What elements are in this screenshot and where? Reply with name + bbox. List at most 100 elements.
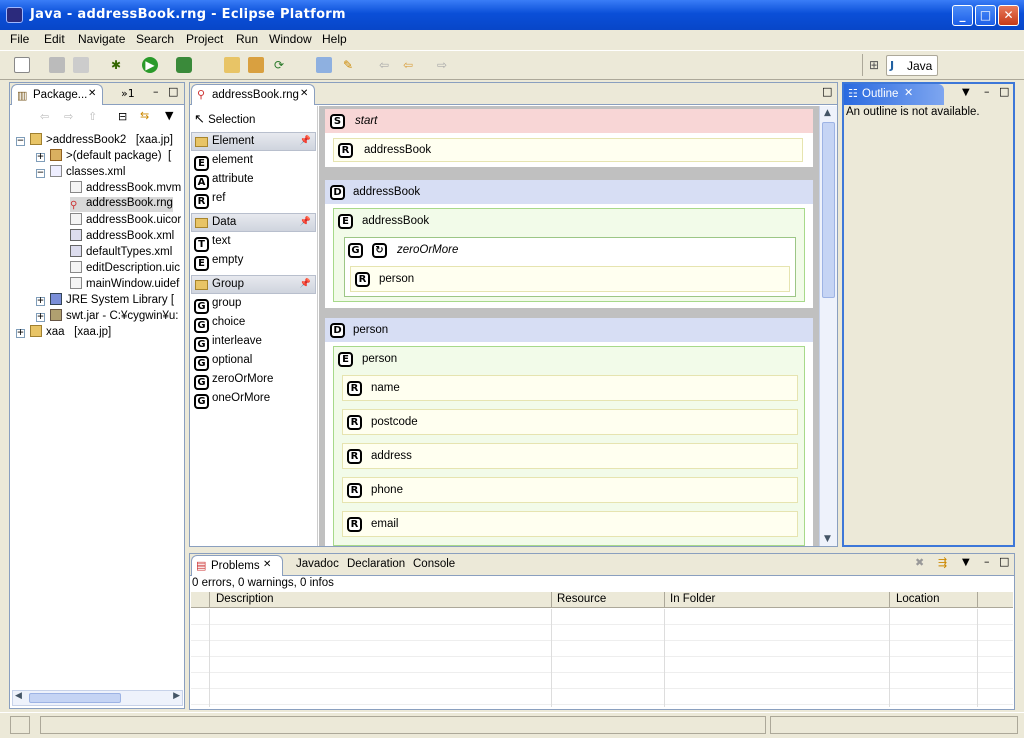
palette-item-optional[interactable]: Goptional bbox=[194, 354, 252, 371]
palette-category-data[interactable]: Data 📌 bbox=[191, 213, 316, 232]
palette-item-text[interactable]: Ttext bbox=[194, 235, 231, 252]
vertical-scrollbar[interactable]: ▲ ▼ bbox=[819, 106, 837, 546]
scroll-thumb[interactable] bbox=[29, 693, 121, 703]
tab-addressbook-rng[interactable]: ⚲ addressBook.rng ✕ bbox=[191, 84, 315, 105]
palette-item-element[interactable]: Eelement bbox=[194, 154, 253, 171]
delete-icon[interactable]: ✖ bbox=[915, 556, 924, 569]
tree-item[interactable]: xaa [xaa.jp] bbox=[30, 325, 111, 338]
column-in-folder[interactable]: In Folder bbox=[670, 593, 715, 605]
palette-item-empty[interactable]: Eempty bbox=[194, 254, 243, 271]
palette-item-group[interactable]: Ggroup bbox=[194, 297, 241, 314]
new-icon[interactable] bbox=[14, 57, 30, 73]
column-location[interactable]: Location bbox=[896, 593, 939, 605]
element-addressbook[interactable]: E addressBook G ↻ zeroOrMore R person bbox=[333, 208, 805, 302]
forward-icon[interactable]: ⇨ bbox=[64, 110, 73, 123]
ref-postcode[interactable]: Rpostcode bbox=[342, 409, 798, 435]
new-class-icon[interactable] bbox=[248, 57, 264, 73]
ref-phone[interactable]: Rphone bbox=[342, 477, 798, 503]
palette-selection[interactable]: ↖ Selection bbox=[194, 111, 255, 127]
palette-item-attribute[interactable]: Aattribute bbox=[194, 173, 254, 190]
tab-overflow[interactable]: »1 bbox=[121, 87, 135, 100]
tab-javadoc[interactable]: Javadoc bbox=[296, 558, 339, 570]
tree-item[interactable]: addressBook.xml bbox=[70, 229, 174, 242]
debug-icon[interactable]: ✱ bbox=[108, 57, 124, 73]
maximize-icon[interactable]: □ bbox=[999, 85, 1009, 98]
collapse-all-icon[interactable]: ⊟ bbox=[118, 110, 127, 123]
maximize-icon[interactable]: □ bbox=[999, 555, 1009, 568]
element-person[interactable]: E person Rname Rpostcode Raddress Rphone… bbox=[333, 346, 805, 546]
refresh-icon[interactable]: ⟳ bbox=[271, 57, 287, 73]
scroll-down-icon[interactable]: ▼ bbox=[824, 534, 831, 544]
close-button[interactable]: ✕ bbox=[998, 5, 1019, 26]
menu-run[interactable]: Run bbox=[236, 32, 258, 46]
view-menu-icon[interactable]: ▼ bbox=[165, 109, 173, 122]
scroll-right-icon[interactable]: ▶ bbox=[173, 691, 180, 701]
pin-icon[interactable]: 📌 bbox=[300, 278, 311, 289]
tab-package-explorer[interactable]: ▥ Package... ✕ bbox=[11, 84, 103, 105]
ref-person[interactable]: R person bbox=[350, 266, 790, 292]
palette-item-interleave[interactable]: Ginterleave bbox=[194, 335, 262, 352]
menu-project[interactable]: Project bbox=[186, 32, 223, 46]
open-perspective-icon[interactable]: ⊞ bbox=[866, 57, 882, 73]
menu-help[interactable]: Help bbox=[322, 32, 347, 46]
column-description[interactable]: Description bbox=[216, 593, 274, 605]
tree-item[interactable]: mainWindow.uidef bbox=[70, 277, 179, 290]
scroll-left-icon[interactable]: ◀ bbox=[15, 691, 22, 701]
open-type-icon[interactable] bbox=[316, 57, 332, 73]
ref-addressbook[interactable]: R addressBook bbox=[333, 138, 803, 162]
tab-console[interactable]: Console bbox=[413, 558, 455, 570]
close-icon[interactable]: ✕ bbox=[88, 88, 96, 99]
ref-name[interactable]: Rname bbox=[342, 375, 798, 401]
minimize-button[interactable]: _ bbox=[952, 5, 973, 26]
link-editor-icon[interactable]: ⇆ bbox=[140, 109, 149, 122]
tab-outline[interactable]: ☷ Outline ✕ bbox=[844, 84, 944, 105]
maximize-button[interactable]: □ bbox=[975, 5, 996, 26]
expand-icon[interactable]: + bbox=[16, 327, 25, 339]
group-zeroormore[interactable]: G ↻ zeroOrMore R person bbox=[344, 237, 796, 297]
close-icon[interactable]: ✕ bbox=[263, 559, 271, 570]
maximize-icon[interactable]: □ bbox=[822, 85, 832, 98]
menu-edit[interactable]: Edit bbox=[44, 32, 65, 46]
menu-window[interactable]: Window bbox=[269, 32, 312, 46]
tree-item[interactable]: >addressBook2 [xaa.jp] bbox=[30, 133, 173, 146]
expand-icon[interactable]: + bbox=[36, 311, 45, 323]
palette-item-choice[interactable]: Gchoice bbox=[194, 316, 245, 333]
new-package-icon[interactable] bbox=[224, 57, 240, 73]
up-icon[interactable]: ⇧ bbox=[88, 110, 97, 123]
pin-icon[interactable]: 📌 bbox=[300, 216, 311, 227]
palette-item-zeroormore[interactable]: GzeroOrMore bbox=[194, 373, 273, 390]
tree-item[interactable]: swt.jar - C:¥cygwin¥u: bbox=[50, 309, 178, 322]
minimize-icon[interactable]: – bbox=[984, 85, 990, 98]
java-perspective-button[interactable]: J Java bbox=[886, 55, 938, 76]
column-resource[interactable]: Resource bbox=[557, 593, 606, 605]
forward-icon[interactable]: ⇨ bbox=[434, 57, 450, 73]
maximize-icon[interactable]: □ bbox=[168, 85, 178, 98]
palette-item-ref[interactable]: Rref bbox=[194, 192, 225, 209]
menu-navigate[interactable]: Navigate bbox=[78, 32, 125, 46]
collapse-icon[interactable]: − bbox=[16, 135, 25, 147]
tree-item[interactable]: JRE System Library [ bbox=[50, 293, 174, 306]
tree-item[interactable]: addressBook.uicor bbox=[70, 213, 181, 226]
start-block[interactable]: S start R addressBook bbox=[325, 109, 813, 167]
palette-item-oneormore[interactable]: GoneOrMore bbox=[194, 392, 270, 409]
tree-item[interactable]: defaultTypes.xml bbox=[70, 245, 172, 258]
ref-email[interactable]: Remail bbox=[342, 511, 798, 537]
back-edit-icon[interactable]: ⇦ bbox=[376, 57, 392, 73]
define-person-block[interactable]: D person E person Rname Rpostcode Raddre… bbox=[325, 318, 813, 546]
tree-item-selected[interactable]: ⚲ addressBook.rng bbox=[70, 197, 173, 212]
view-menu-icon[interactable]: ▼ bbox=[962, 87, 970, 98]
collapse-icon[interactable]: − bbox=[36, 167, 45, 179]
save-icon[interactable] bbox=[49, 57, 65, 73]
back-icon[interactable]: ⇦ bbox=[400, 57, 416, 73]
expand-icon[interactable]: + bbox=[36, 151, 45, 163]
palette-category-element[interactable]: Element 📌 bbox=[191, 132, 316, 151]
menu-search[interactable]: Search bbox=[136, 32, 174, 46]
external-tools-icon[interactable] bbox=[176, 57, 192, 73]
back-icon[interactable]: ⇦ bbox=[40, 110, 49, 123]
scroll-thumb[interactable] bbox=[822, 122, 835, 298]
close-icon[interactable]: ✕ bbox=[904, 86, 913, 99]
scroll-up-icon[interactable]: ▲ bbox=[824, 108, 831, 118]
tree-item[interactable]: addressBook.mvm bbox=[70, 181, 181, 194]
horizontal-scrollbar[interactable]: ◀ ▶ bbox=[12, 690, 183, 706]
define-addressbook-block[interactable]: D addressBook E addressBook G ↻ zeroOrMo… bbox=[325, 180, 813, 308]
